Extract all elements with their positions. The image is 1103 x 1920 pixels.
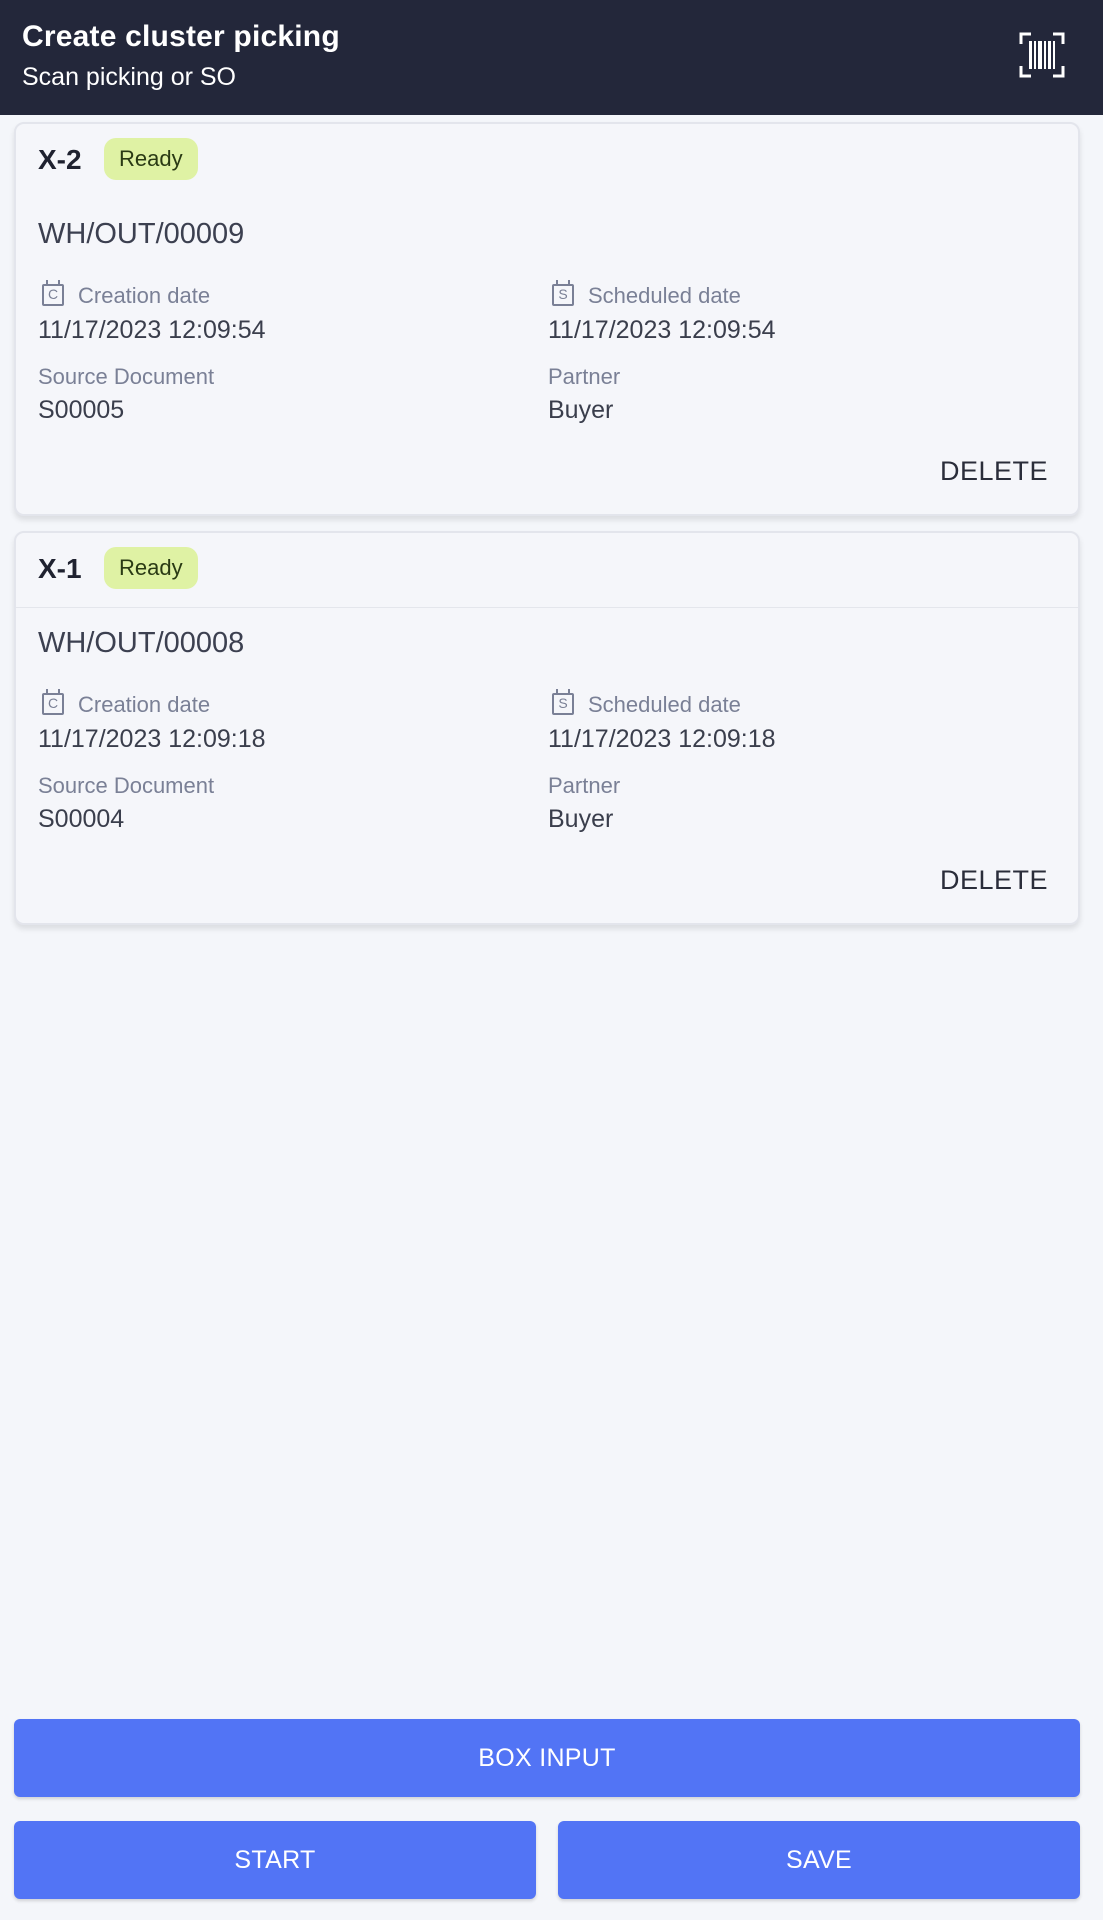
picking-card[interactable]: X-2 Ready WH/OUT/00009 C Creation date 1… xyxy=(14,122,1080,516)
barcode-scan-icon-graphic xyxy=(1019,32,1065,78)
creation-date-icon: C xyxy=(42,689,64,715)
creation-date-icon: C xyxy=(42,280,64,306)
scheduled-date-label: Scheduled date xyxy=(588,692,741,717)
page-title: Create cluster picking xyxy=(22,20,340,53)
source-document-label: Source Document xyxy=(38,773,215,798)
partner-label: Partner xyxy=(548,364,621,389)
box-input-button[interactable]: BOX INPUT xyxy=(14,1719,1080,1797)
barcode-scan-icon[interactable] xyxy=(1019,32,1065,78)
scheduled-date-value: 11/17/2023 12:09:18 xyxy=(548,725,776,753)
creation-date-label: Creation date xyxy=(78,283,211,308)
picking-code: X-1 xyxy=(38,553,82,584)
picking-card-header: X-2 Ready xyxy=(16,124,1078,198)
picking-reference: WH/OUT/00009 xyxy=(38,218,245,250)
delete-button[interactable]: DELETE xyxy=(940,456,1048,487)
scheduled-date-icon: S xyxy=(552,280,574,306)
creation-date-label: Creation date xyxy=(78,692,211,717)
status-badge: Ready xyxy=(104,138,198,180)
partner-value: Buyer xyxy=(548,805,614,833)
source-document-label: Source Document xyxy=(38,364,215,389)
scheduled-date-value: 11/17/2023 12:09:54 xyxy=(548,316,776,344)
page-subtitle: Scan picking or SO xyxy=(22,63,236,91)
partner-value: Buyer xyxy=(548,396,614,424)
start-button[interactable]: START xyxy=(14,1821,536,1899)
picking-card-header: X-1 Ready xyxy=(16,533,1078,608)
scheduled-date-icon: S xyxy=(552,689,574,715)
app-bar: Create cluster picking Scan picking or S… xyxy=(0,0,1103,115)
status-badge: Ready xyxy=(104,547,198,589)
source-document-value: S00005 xyxy=(38,396,125,424)
picking-card[interactable]: X-1 Ready WH/OUT/00008 C Creation date 1… xyxy=(14,531,1080,925)
picking-reference: WH/OUT/00008 xyxy=(38,627,245,659)
partner-label: Partner xyxy=(548,773,621,798)
source-document-value: S00004 xyxy=(38,805,125,833)
save-button[interactable]: SAVE xyxy=(558,1821,1080,1899)
delete-button[interactable]: DELETE xyxy=(940,865,1048,896)
creation-date-value: 11/17/2023 12:09:18 xyxy=(38,725,266,753)
picking-code: X-2 xyxy=(38,144,82,175)
scheduled-date-label: Scheduled date xyxy=(588,283,741,308)
creation-date-value: 11/17/2023 12:09:54 xyxy=(38,316,266,344)
